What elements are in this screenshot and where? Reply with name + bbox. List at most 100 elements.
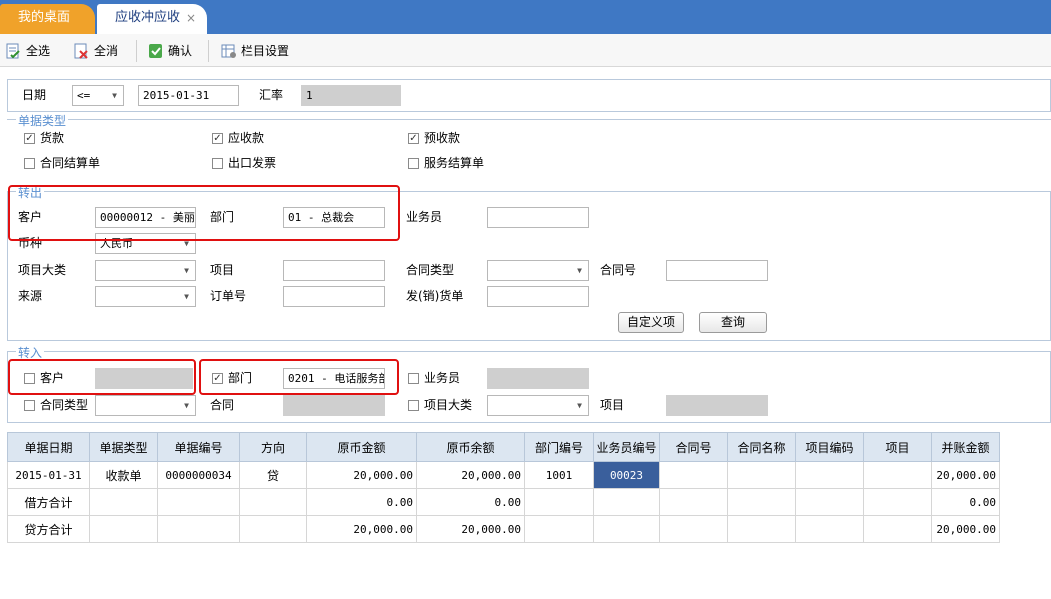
out-project-label: 项目	[210, 263, 235, 277]
doc-type-title: 单据类型	[16, 112, 69, 129]
in-contract-type-select[interactable]	[95, 395, 196, 416]
cell[interactable]: 1001	[524, 461, 594, 489]
out-order-no-input[interactable]	[283, 286, 385, 307]
cell	[795, 515, 864, 543]
checkbox-receivable[interactable]: ✓	[212, 133, 223, 144]
in-dept-input[interactable]: 0201 - 电话服务部	[283, 368, 385, 389]
confirm-button[interactable]: 确认	[148, 41, 192, 61]
col-project-code[interactable]: 项目编码	[795, 432, 864, 462]
column-settings-icon	[221, 44, 236, 58]
in-project-category-checkbox[interactable]	[408, 400, 419, 411]
column-settings-button[interactable]: 栏目设置	[221, 41, 289, 61]
cell[interactable]: 贷	[239, 461, 307, 489]
grid-header-row: 单据日期 单据类型 单据编号 方向 原币金额 原币余额 部门编号 业务员编号 合…	[7, 432, 1000, 462]
out-contract-no-input[interactable]	[666, 260, 768, 281]
out-contract-type-select[interactable]	[487, 260, 589, 281]
deselect-all-label: 全消	[94, 44, 119, 58]
date-operator-select[interactable]: <=	[72, 85, 124, 106]
col-salesman-no[interactable]: 业务员编号	[593, 432, 660, 462]
out-project-category-label: 项目大类	[18, 263, 67, 277]
goods-payment-label: 货款	[40, 131, 65, 145]
cell[interactable]: 20,000.00	[416, 461, 525, 489]
table-row[interactable]: 借方合计 0.00 0.00 0.00	[7, 488, 1000, 516]
deselect-all-button[interactable]: 全消	[74, 41, 118, 61]
date-input[interactable]: 2015-01-31	[138, 85, 239, 106]
confirm-label: 确认	[168, 44, 193, 58]
out-currency-select[interactable]: 人民币	[95, 233, 196, 254]
checkbox-service-settlement[interactable]	[408, 158, 419, 169]
out-project-input[interactable]	[283, 260, 385, 281]
cell	[89, 488, 158, 516]
out-ship-no-input[interactable]	[487, 286, 589, 307]
in-customer-checkbox[interactable]	[24, 373, 35, 384]
offset-grid: 单据日期 单据类型 单据编号 方向 原币金额 原币余额 部门编号 业务员编号 合…	[7, 432, 1000, 543]
in-contract-type-checkbox[interactable]	[24, 400, 35, 411]
in-salesman-checkbox[interactable]	[408, 373, 419, 384]
col-doc-no[interactable]: 单据编号	[157, 432, 240, 462]
close-icon[interactable]: ×	[186, 4, 196, 32]
cell: 0.00	[931, 488, 1000, 516]
cell[interactable]: 2015-01-31	[7, 461, 90, 489]
table-row[interactable]: 2015-01-31 收款单 0000000034 贷 20,000.00 20…	[7, 461, 1000, 489]
cell[interactable]	[727, 461, 796, 489]
in-dept-checkbox[interactable]: ✓	[212, 373, 223, 384]
cell	[593, 515, 660, 543]
in-project-category-label: 项目大类	[424, 398, 473, 412]
service-settlement-label: 服务结算单	[424, 156, 485, 170]
col-direction[interactable]: 方向	[239, 432, 307, 462]
select-all-icon	[6, 43, 20, 59]
cell[interactable]: 20,000.00	[306, 461, 417, 489]
out-contract-no-label: 合同号	[600, 263, 637, 277]
col-doc-type[interactable]: 单据类型	[89, 432, 158, 462]
checkbox-goods-payment[interactable]: ✓	[24, 133, 35, 144]
out-customer-label: 客户	[18, 210, 43, 224]
cell: 借方合计	[7, 488, 90, 516]
rate-input: 1	[301, 85, 401, 106]
out-source-select[interactable]	[95, 286, 196, 307]
query-button[interactable]: 查询	[699, 312, 767, 333]
in-customer-input	[95, 368, 193, 389]
cell[interactable]: 20,000.00	[931, 461, 1000, 489]
cell[interactable]: 收款单	[89, 461, 158, 489]
col-merge-amount[interactable]: 并账金额	[931, 432, 1000, 462]
in-contract-label: 合同	[210, 398, 235, 412]
col-dept-no[interactable]: 部门编号	[524, 432, 594, 462]
custom-fields-button[interactable]: 自定义项	[618, 312, 684, 333]
cell: 0.00	[306, 488, 417, 516]
col-doc-date[interactable]: 单据日期	[7, 432, 90, 462]
out-ship-no-label: 发(销)货单	[406, 289, 464, 303]
cell	[659, 515, 728, 543]
checkbox-contract-settlement[interactable]	[24, 158, 35, 169]
col-project[interactable]: 项目	[863, 432, 932, 462]
cell: 20,000.00	[306, 515, 417, 543]
tab-home[interactable]: 我的桌面	[0, 4, 95, 34]
cell	[727, 515, 796, 543]
in-project-label: 项目	[600, 398, 625, 412]
out-customer-input[interactable]: 00000012 - 美丽男	[95, 207, 196, 228]
col-contract-name[interactable]: 合同名称	[727, 432, 796, 462]
table-row[interactable]: 贷方合计 20,000.00 20,000.00 20,000.00	[7, 515, 1000, 543]
transfer-in-title: 转入	[16, 344, 45, 361]
out-project-category-select[interactable]	[95, 260, 196, 281]
cell[interactable]: 0000000034	[157, 461, 240, 489]
cell[interactable]	[659, 461, 728, 489]
out-salesman-input[interactable]	[487, 207, 589, 228]
cell[interactable]	[863, 461, 932, 489]
col-orig-amount[interactable]: 原币金额	[306, 432, 417, 462]
transfer-out-title: 转出	[16, 184, 45, 201]
checkbox-advance-receipt[interactable]: ✓	[408, 133, 419, 144]
out-dept-input[interactable]: 01 - 总裁会	[283, 207, 385, 228]
col-contract-no[interactable]: 合同号	[659, 432, 728, 462]
out-order-no-label: 订单号	[210, 289, 247, 303]
selected-cell[interactable]: 00023	[593, 461, 660, 489]
select-all-button[interactable]: 全选	[6, 41, 50, 61]
in-salesman-input	[487, 368, 589, 389]
col-orig-balance[interactable]: 原币余额	[416, 432, 525, 462]
in-project-category-select[interactable]	[487, 395, 589, 416]
checkbox-export-invoice[interactable]	[212, 158, 223, 169]
cell: 20,000.00	[931, 515, 1000, 543]
cell[interactable]	[795, 461, 864, 489]
cell: 20,000.00	[416, 515, 525, 543]
in-contract-type-label: 合同类型	[40, 398, 89, 412]
cell	[157, 515, 240, 543]
